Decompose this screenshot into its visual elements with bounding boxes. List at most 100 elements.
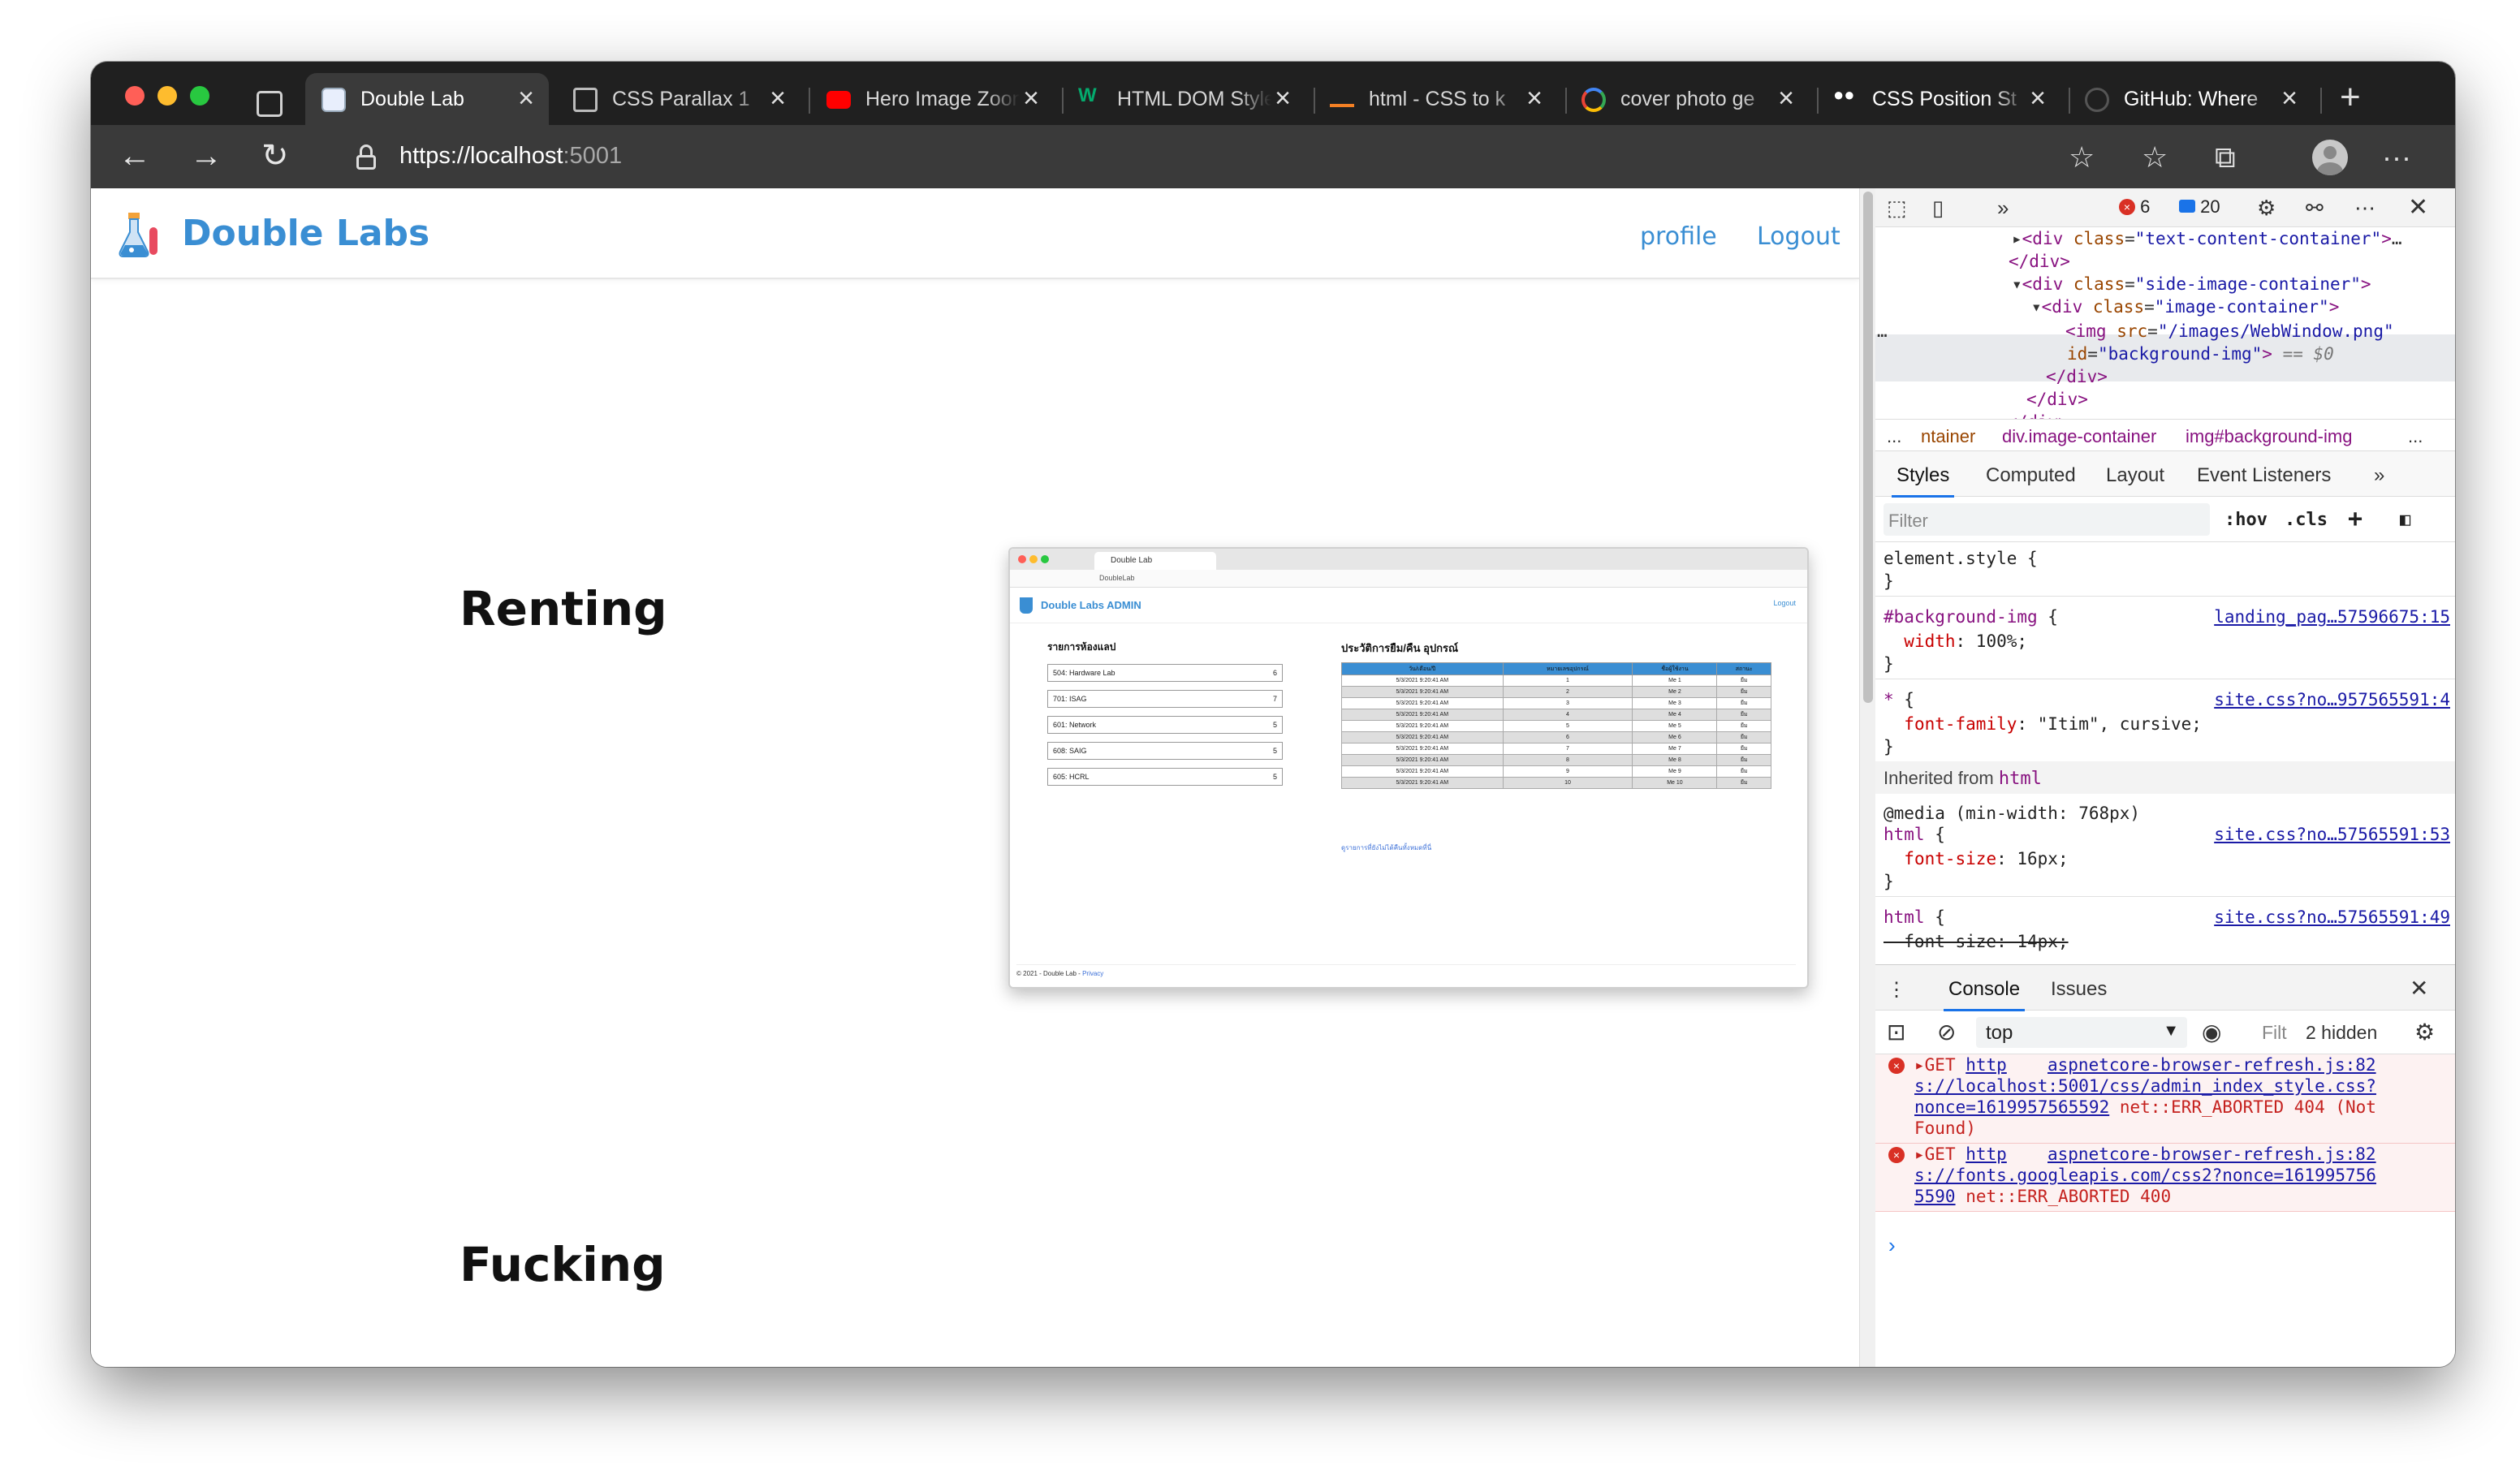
- tab-cover-photo[interactable]: cover photo ge ×: [1565, 73, 1809, 125]
- table-cell: Me 2: [1632, 686, 1718, 698]
- tab-event-listeners[interactable]: Event Listeners: [2197, 464, 2331, 487]
- preview-brand: Double Labs ADMIN: [1041, 599, 1141, 611]
- table-row: 5/3/2021 9:20:41 AM 2 Me 2 ยืม: [1341, 686, 1771, 698]
- elements-tree[interactable]: ▸<div class="text-content-container">… <…: [1875, 227, 2455, 419]
- error-method: GET: [1924, 1055, 1966, 1075]
- console-error[interactable]: × ▸GET http s://fonts.googleapis.com/css…: [1875, 1144, 2455, 1212]
- lock-icon[interactable]: [356, 144, 377, 170]
- preview-table-header: หมายเลขอุปกรณ์: [1502, 662, 1633, 675]
- tab-html-dom-style[interactable]: W HTML DOM Style ×: [1062, 73, 1305, 125]
- minimize-window-button[interactable]: [158, 86, 177, 106]
- console-filter-input[interactable]: Filt: [2262, 1022, 2287, 1044]
- eye-icon[interactable]: ◉: [2202, 1019, 2221, 1045]
- tab-styles[interactable]: Styles: [1891, 464, 1955, 498]
- favorites-icon[interactable]: ☆: [2142, 141, 2168, 174]
- close-icon[interactable]: ×: [518, 84, 534, 112]
- tab-layout[interactable]: Layout: [2106, 464, 2164, 487]
- styles-filter-input[interactable]: Filter: [1884, 503, 2210, 536]
- rule-source-link[interactable]: site.css?no…957565591:4: [2214, 690, 2450, 709]
- add-favorite-icon[interactable]: ☆: [2069, 141, 2095, 174]
- drawer-menu-icon[interactable]: ⋮: [1887, 978, 1906, 1002]
- brand-title[interactable]: Double Labs: [182, 213, 429, 254]
- breadcrumb-background-img[interactable]: img#background-img: [2186, 426, 2352, 447]
- sidebar-toggle-icon[interactable]: ⊡: [1887, 1019, 1905, 1045]
- tab-double-lab[interactable]: Double Lab ×: [305, 73, 549, 125]
- rule-source-link[interactable]: landing_pag…57596675:15: [2214, 607, 2450, 627]
- error-count-badge[interactable]: × 6: [2119, 196, 2150, 218]
- table-cell: 6: [1502, 731, 1633, 743]
- styles-rules: element.style { } #background-img { land…: [1875, 542, 2455, 964]
- close-icon[interactable]: ×: [770, 84, 786, 112]
- close-icon[interactable]: ×: [1023, 84, 1039, 112]
- close-drawer-icon[interactable]: ✕: [2410, 975, 2428, 1002]
- forward-icon[interactable]: →: [190, 136, 222, 175]
- tab-label: HTML DOM Style: [1117, 88, 1271, 110]
- table-cell: 5/3/2021 9:20:41 AM: [1341, 720, 1504, 732]
- new-rule-icon[interactable]: +: [2348, 505, 2362, 533]
- back-icon[interactable]: ←: [119, 136, 151, 175]
- profile-image[interactable]: profile: [1640, 222, 1717, 251]
- devtools-toolbar: ⬚ ▯ » × 6 20 ⚙ ⚯ ⋯ ✕: [1875, 188, 2455, 227]
- console-error[interactable]: × ▸GET http s://localhost:5001/css/admin…: [1875, 1054, 2455, 1144]
- tab-computed[interactable]: Computed: [1986, 464, 2076, 487]
- rule-source-link[interactable]: site.css?no…57565591:49: [2214, 907, 2450, 927]
- address-bar[interactable]: https://localhost:5001: [399, 143, 622, 170]
- tab-label: html - CSS to k: [1369, 88, 1506, 110]
- close-icon[interactable]: ×: [2030, 84, 2046, 112]
- toggle-sidebar-icon[interactable]: ◧: [2400, 510, 2410, 530]
- tab-console[interactable]: Console: [1943, 978, 2026, 1011]
- clear-console-icon[interactable]: ⊘: [1937, 1019, 1956, 1045]
- page-scrollbar[interactable]: [1859, 188, 1875, 1367]
- new-tab-button[interactable]: +: [2340, 80, 2361, 115]
- preview-lab-name: 504: Hardware Lab: [1053, 669, 1115, 677]
- context-select[interactable]: top ▼: [1976, 1017, 2187, 1048]
- breadcrumb-more-right[interactable]: ...: [2408, 426, 2423, 447]
- close-icon[interactable]: ×: [1526, 84, 1543, 112]
- tab-html-css[interactable]: html - CSS to k ×: [1314, 73, 1557, 125]
- breadcrumb-image-container[interactable]: div.image-container: [2002, 426, 2156, 447]
- close-icon[interactable]: ×: [1275, 84, 1291, 112]
- preview-lab-item: 605: HCRL 5: [1047, 768, 1283, 786]
- more-options-icon[interactable]: ⋯: [2354, 196, 2375, 219]
- settings-icon[interactable]: ⚙: [2257, 196, 2276, 219]
- connect-icon[interactable]: ⚯: [2306, 196, 2324, 219]
- reload-icon[interactable]: ↻: [261, 136, 289, 175]
- close-window-button[interactable]: [125, 86, 145, 106]
- breadcrumb-more[interactable]: ...: [1887, 426, 1901, 447]
- table-cell: ยืม: [1716, 709, 1771, 721]
- message-count-badge[interactable]: 20: [2179, 196, 2220, 218]
- breadcrumb-container[interactable]: ntainer: [1921, 426, 1975, 447]
- logout-link[interactable]: Logout: [1757, 222, 1840, 251]
- more-tabs-icon[interactable]: »: [2374, 464, 2384, 487]
- tab-hero-image[interactable]: Hero Image Zoom ×: [810, 73, 1054, 125]
- error-source-link[interactable]: aspnetcore-browser-refresh.js:82: [2048, 1054, 2376, 1075]
- hover-state-button[interactable]: :hov: [2224, 510, 2268, 530]
- tab-actions-icon[interactable]: [257, 91, 283, 117]
- preview-lab-item: 608: SAIG 5: [1047, 742, 1283, 760]
- preview-privacy-link: Privacy: [1082, 970, 1104, 977]
- console-prompt[interactable]: ›: [1888, 1233, 1896, 1258]
- inspect-element-icon[interactable]: ⬚: [1887, 196, 1907, 219]
- tab-issues[interactable]: Issues: [2051, 978, 2107, 1001]
- profile-avatar[interactable]: [2312, 140, 2348, 175]
- table-cell: 5/3/2021 9:20:41 AM: [1341, 686, 1504, 698]
- tab-css-parallax[interactable]: CSS Parallax 1 ×: [557, 73, 800, 125]
- tab-label: CSS Parallax 1: [612, 88, 750, 110]
- console-toolbar: ⊡ ⊘ top ▼ ◉ Filt 2 hidden ⚙: [1875, 1011, 2455, 1054]
- device-toolbar-icon[interactable]: ▯: [1932, 196, 1944, 219]
- rule-source-link[interactable]: site.css?no…57565591:53: [2214, 825, 2450, 844]
- preview-history-table: วัน/เดือน/ปี หมายเลขอุปกรณ์ ชื่อผู้ใช้งานส…: [1341, 662, 1771, 789]
- more-icon[interactable]: ···: [2382, 141, 2411, 174]
- more-panels-icon[interactable]: »: [1997, 196, 2009, 219]
- console-settings-icon[interactable]: ⚙: [2414, 1019, 2435, 1045]
- close-icon[interactable]: ×: [2281, 84, 2298, 112]
- error-source-link[interactable]: aspnetcore-browser-refresh.js:82: [2048, 1144, 2376, 1165]
- class-toggle-button[interactable]: .cls: [2285, 510, 2328, 530]
- close-devtools-icon[interactable]: ✕: [2408, 196, 2428, 220]
- collections-icon[interactable]: ⧉: [2215, 141, 2236, 174]
- zoom-window-button[interactable]: [190, 86, 209, 106]
- inherited-tag[interactable]: html: [1999, 769, 2042, 789]
- close-icon[interactable]: ×: [1778, 84, 1794, 112]
- tab-github[interactable]: GitHub: Where ×: [2069, 73, 2312, 125]
- tab-css-position[interactable]: ●● CSS Position St ×: [1817, 73, 2060, 125]
